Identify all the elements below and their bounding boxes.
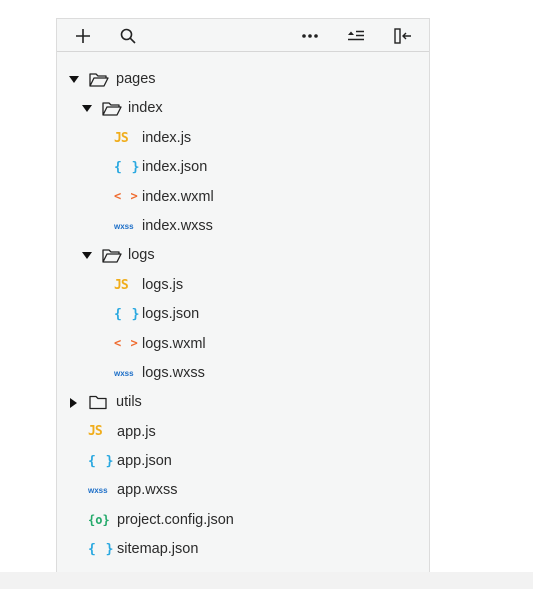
file-label: logs.wxml [142, 335, 206, 352]
file-label: index.wxss [142, 217, 213, 234]
file-label: index.json [142, 159, 208, 176]
hide-sidebar-icon [394, 28, 411, 44]
file-logs-json[interactable]: { } logs.json [57, 300, 429, 329]
folder-label: index [128, 100, 163, 117]
wxss-file-icon: wxss [114, 368, 134, 378]
expanded-arrow-icon[interactable] [82, 241, 92, 270]
js-file-icon: JS [114, 130, 129, 146]
file-logs-js[interactable]: JS logs.js [57, 271, 429, 300]
add-icon [76, 29, 90, 43]
file-label: app.js [117, 423, 156, 440]
file-label: logs.js [142, 276, 184, 293]
folder-icon [89, 388, 107, 417]
hide-sidebar-button[interactable] [392, 25, 414, 47]
file-label: sitemap.json [117, 541, 199, 558]
json-file-icon: { } [88, 542, 115, 558]
wxml-file-icon: < > [114, 336, 139, 351]
file-project-config[interactable]: {o} project.config.json [57, 506, 429, 535]
expanded-arrow-icon[interactable] [82, 94, 92, 123]
file-app-wxss[interactable]: wxss app.wxss [57, 476, 429, 505]
search-button[interactable] [117, 25, 139, 47]
file-tree: pages index JS index.js { } index.json <… [57, 65, 429, 565]
file-label: logs.json [142, 306, 200, 323]
folder-pages[interactable]: pages [57, 65, 429, 94]
file-label: index.wxml [142, 188, 214, 205]
file-logs-wxml[interactable]: < > logs.wxml [57, 330, 429, 359]
folder-label: logs [128, 247, 155, 264]
collapse-all-icon [348, 30, 364, 41]
file-label: index.js [142, 129, 192, 146]
folder-utils[interactable]: utils [57, 388, 429, 417]
file-sitemap-json[interactable]: { } sitemap.json [57, 535, 429, 564]
search-icon [120, 28, 136, 44]
config-file-icon: {o} [88, 512, 110, 527]
file-app-js[interactable]: JS app.js [57, 418, 429, 447]
file-index-json[interactable]: { } index.json [57, 153, 429, 182]
add-button[interactable] [72, 25, 94, 47]
file-label: app.json [117, 453, 172, 470]
json-file-icon: { } [114, 306, 141, 322]
collapsed-arrow-icon[interactable] [69, 388, 79, 417]
js-file-icon: JS [88, 424, 103, 440]
json-file-icon: { } [88, 453, 115, 469]
explorer-toolbar [57, 19, 429, 52]
bottom-strip [0, 572, 533, 589]
file-label: logs.wxss [142, 364, 205, 381]
folder-open-icon [89, 65, 109, 94]
wxml-file-icon: < > [114, 189, 139, 204]
file-index-js[interactable]: JS index.js [57, 124, 429, 153]
wxss-file-icon: wxss [114, 221, 134, 231]
json-file-icon: { } [114, 159, 141, 175]
folder-open-icon [102, 241, 122, 270]
file-label: project.config.json [117, 511, 234, 528]
file-label: app.wxss [117, 482, 178, 499]
collapse-all-button[interactable] [345, 25, 367, 47]
more-button[interactable] [299, 25, 321, 47]
more-icon [302, 34, 318, 38]
folder-open-icon [102, 94, 122, 123]
js-file-icon: JS [114, 277, 129, 293]
wxss-file-icon: wxss [88, 486, 108, 496]
folder-index[interactable]: index [57, 94, 429, 123]
folder-label: pages [116, 71, 156, 87]
file-explorer-panel: pages index JS index.js { } index.json <… [56, 18, 430, 572]
file-index-wxss[interactable]: wxss index.wxss [57, 212, 429, 241]
folder-logs[interactable]: logs [57, 241, 429, 270]
file-logs-wxss[interactable]: wxss logs.wxss [57, 359, 429, 388]
folder-label: utils [116, 394, 142, 411]
file-index-wxml[interactable]: < > index.wxml [57, 183, 429, 212]
file-app-json[interactable]: { } app.json [57, 447, 429, 476]
expanded-arrow-icon[interactable] [69, 65, 79, 94]
